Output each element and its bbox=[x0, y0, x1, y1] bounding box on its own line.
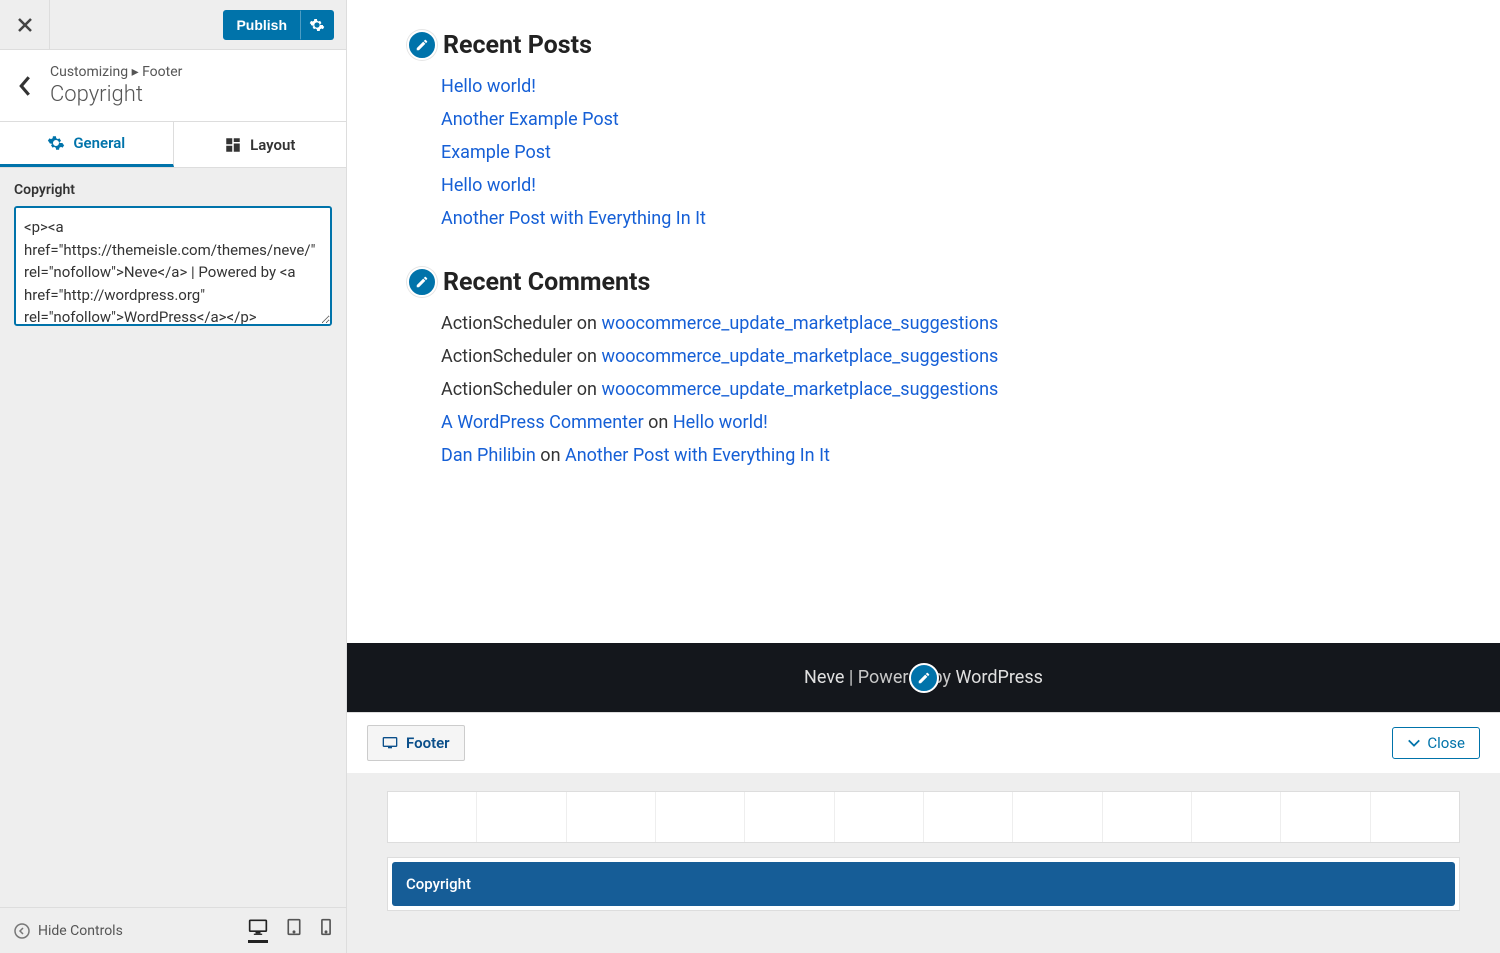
edit-widget-button[interactable] bbox=[407, 30, 437, 60]
comment-on: on bbox=[572, 346, 601, 367]
tab-layout-label: Layout bbox=[250, 136, 295, 154]
comment-author-link[interactable]: A WordPress Commenter bbox=[441, 412, 644, 433]
copyright-textarea[interactable] bbox=[14, 206, 332, 326]
post-link[interactable]: Example Post bbox=[441, 142, 551, 163]
preview-content: Recent Posts Hello world! Another Example… bbox=[347, 0, 1500, 643]
recent-posts-list: Hello world! Another Example Post Example … bbox=[407, 76, 1440, 229]
pencil-icon bbox=[415, 275, 429, 289]
collapse-left-icon bbox=[14, 923, 30, 939]
comment-author: ActionScheduler bbox=[441, 313, 572, 334]
comment-author: ActionScheduler bbox=[441, 379, 572, 400]
builder-tab-label: Footer bbox=[406, 734, 450, 752]
comment-on: on bbox=[572, 313, 601, 334]
device-desktop-button[interactable] bbox=[248, 918, 268, 943]
footer-brand-link[interactable]: Neve bbox=[804, 667, 844, 688]
builder-row-bottom[interactable]: Copyright bbox=[387, 857, 1460, 911]
gear-icon bbox=[47, 134, 65, 152]
publish-settings-button[interactable] bbox=[300, 10, 334, 40]
hide-controls-button[interactable]: Hide Controls bbox=[14, 923, 123, 939]
builder-row-top[interactable] bbox=[387, 791, 1460, 843]
builder-close-label: Close bbox=[1427, 734, 1465, 752]
list-item: ActionScheduler on woocommerce_update_ma… bbox=[441, 313, 1440, 334]
list-item: Another Example Post bbox=[441, 109, 1440, 130]
layout-icon bbox=[224, 136, 242, 154]
list-item: Another Post with Everything In It bbox=[441, 208, 1440, 229]
footer-builder: Footer Close Copyright bbox=[347, 712, 1500, 953]
comment-target-link[interactable]: woocommerce_update_marketplace_suggestio… bbox=[601, 379, 998, 400]
comment-on: on bbox=[536, 445, 565, 466]
builder-rows: Copyright bbox=[347, 773, 1500, 953]
device-mobile-button[interactable] bbox=[320, 918, 332, 943]
close-icon bbox=[17, 17, 33, 33]
site-footer: Neve | Powered by WordPress bbox=[347, 643, 1500, 712]
tab-general[interactable]: General bbox=[0, 122, 174, 167]
footer-wp-link[interactable]: WordPress bbox=[955, 667, 1042, 688]
post-link[interactable]: Another Example Post bbox=[441, 109, 619, 130]
comment-target-link[interactable]: Hello world! bbox=[673, 412, 768, 433]
builder-close-button[interactable]: Close bbox=[1392, 727, 1480, 759]
builder-footer-tab[interactable]: Footer bbox=[367, 725, 465, 761]
recent-comments-list: ActionScheduler on woocommerce_update_ma… bbox=[407, 313, 1440, 466]
close-customizer-button[interactable] bbox=[0, 0, 50, 50]
desktop-icon bbox=[382, 736, 398, 750]
customizer-sidebar: Publish Customizing ▸ Footer Copyright G… bbox=[0, 0, 347, 953]
mobile-icon bbox=[320, 918, 332, 936]
list-item: A WordPress Commenter on Hello world! bbox=[441, 412, 1440, 433]
copyright-field-label: Copyright bbox=[14, 182, 332, 198]
recent-comments-title: Recent Comments bbox=[443, 268, 650, 297]
hide-controls-label: Hide Controls bbox=[38, 923, 123, 939]
post-link[interactable]: Another Post with Everything In It bbox=[441, 208, 706, 229]
comment-target-link[interactable]: woocommerce_update_marketplace_suggestio… bbox=[601, 346, 998, 367]
list-item: ActionScheduler on woocommerce_update_ma… bbox=[441, 379, 1440, 400]
breadcrumb-path: Customizing ▸ Footer bbox=[50, 64, 182, 80]
footer-powered: Powered by bbox=[858, 667, 956, 688]
builder-header: Footer Close bbox=[347, 713, 1500, 773]
tab-general-label: General bbox=[73, 134, 125, 152]
recent-posts-widget: Recent Posts Hello world! Another Example… bbox=[407, 30, 1440, 229]
list-item: ActionScheduler on woocommerce_update_ma… bbox=[441, 346, 1440, 367]
list-item: Dan Philibin on Another Post with Everyt… bbox=[441, 445, 1440, 466]
list-item: Example Post bbox=[441, 142, 1440, 163]
copyright-field-section: Copyright bbox=[0, 168, 346, 344]
comment-target-link[interactable]: Another Post with Everything In It bbox=[565, 445, 830, 466]
preview-pane: Recent Posts Hello world! Another Example… bbox=[347, 0, 1500, 953]
device-tablet-button[interactable] bbox=[286, 918, 302, 943]
comment-author: ActionScheduler bbox=[441, 346, 572, 367]
footer-sep: | bbox=[844, 667, 857, 688]
chevron-down-icon bbox=[1407, 736, 1421, 750]
post-link[interactable]: Hello world! bbox=[441, 175, 536, 196]
publish-button[interactable]: Publish bbox=[223, 10, 300, 40]
comment-target-link[interactable]: woocommerce_update_marketplace_suggestio… bbox=[601, 313, 998, 334]
list-item: Hello world! bbox=[441, 76, 1440, 97]
back-button[interactable] bbox=[0, 64, 50, 107]
chevron-left-icon bbox=[18, 76, 32, 96]
comment-author-link[interactable]: Dan Philibin bbox=[441, 445, 536, 466]
desktop-icon bbox=[248, 918, 268, 936]
edit-footer-button[interactable] bbox=[909, 663, 939, 693]
settings-tabs: General Layout bbox=[0, 122, 346, 168]
device-preview-toggle bbox=[248, 918, 332, 943]
edit-widget-button[interactable] bbox=[407, 267, 437, 297]
comment-on: on bbox=[572, 379, 601, 400]
pencil-icon bbox=[415, 38, 429, 52]
comment-on: on bbox=[644, 412, 673, 433]
recent-comments-widget: Recent Comments ActionScheduler on wooco… bbox=[407, 267, 1440, 466]
sidebar-bottom-bar: Hide Controls bbox=[0, 907, 346, 953]
tab-layout[interactable]: Layout bbox=[174, 122, 347, 167]
pencil-icon bbox=[917, 671, 931, 685]
breadcrumb-section: Customizing ▸ Footer Copyright bbox=[0, 50, 346, 122]
recent-posts-title: Recent Posts bbox=[443, 31, 592, 60]
gear-icon bbox=[309, 17, 325, 33]
publish-button-group: Publish bbox=[223, 10, 334, 40]
builder-item-copyright[interactable]: Copyright bbox=[392, 862, 1455, 906]
breadcrumb-title: Copyright bbox=[50, 82, 182, 107]
post-link[interactable]: Hello world! bbox=[441, 76, 536, 97]
tablet-icon bbox=[286, 918, 302, 936]
sidebar-top-bar: Publish bbox=[0, 0, 346, 50]
list-item: Hello world! bbox=[441, 175, 1440, 196]
